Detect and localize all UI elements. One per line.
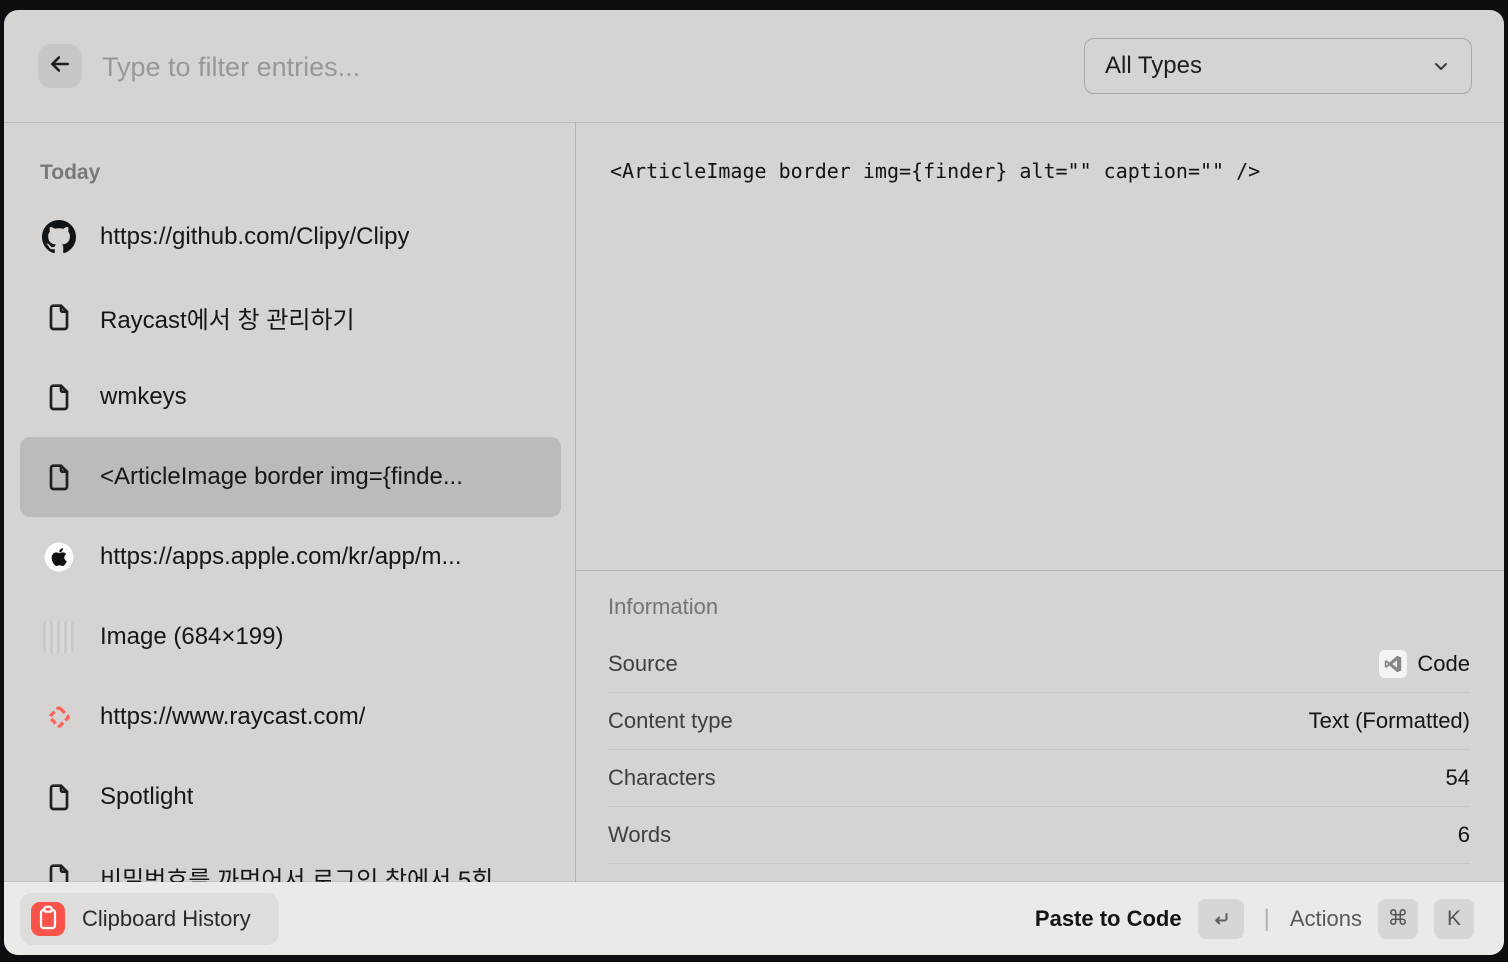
list-item[interactable]: Raycast에서 창 관리하기 [20, 277, 561, 357]
info-value-text: 54 [1446, 765, 1470, 791]
list-item[interactable]: wmkeys [20, 357, 561, 437]
document-icon [42, 860, 76, 882]
entry-rows: https://github.com/Clipy/Clipy Raycast에서… [4, 197, 575, 882]
list-item-label: Raycast에서 창 관리하기 [100, 300, 355, 335]
header: All Types [4, 10, 1504, 123]
clipboard-content-preview: <ArticleImage border img={finder} alt=""… [610, 159, 1260, 183]
desktop-background: All Types Today https://github.com/Clipy… [0, 0, 1508, 962]
list-item-label: wmkeys [100, 383, 187, 411]
list-item-selected[interactable]: <ArticleImage border img={finde... [20, 437, 561, 517]
image-thumbnail [42, 620, 76, 654]
list-item[interactable]: Image (684×199) [20, 597, 561, 677]
github-icon [42, 220, 76, 254]
info-row-words: Words 6 [608, 807, 1470, 864]
info-label: Characters [608, 765, 716, 791]
info-value-text: Code [1417, 651, 1470, 677]
document-icon [42, 780, 76, 814]
document-icon [42, 460, 76, 494]
footer-actions: Paste to Code | Actions ⌘ K [1035, 899, 1474, 939]
action-bar: Clipboard History Paste to Code | Action… [4, 882, 1504, 955]
list-item-label: https://www.raycast.com/ [100, 703, 365, 731]
list-item-label: <ArticleImage border img={finde... [100, 463, 463, 491]
document-icon [42, 300, 76, 334]
info-label: Source [608, 651, 678, 677]
list-item-label: Image (684×199) [100, 623, 283, 651]
list-item-label: Spotlight [100, 783, 193, 811]
type-filter-dropdown[interactable]: All Types [1084, 38, 1472, 94]
chevron-down-icon [1429, 54, 1453, 78]
list-item[interactable]: 비밀번호를 까먹어서 로그인 창에서 5회... [20, 837, 561, 882]
footer-divider: | [1264, 905, 1270, 933]
cmd-keycap[interactable]: ⌘ [1378, 899, 1418, 939]
vscode-icon [1379, 650, 1407, 678]
arrow-left-icon [47, 51, 73, 82]
information-title: Information [608, 578, 1470, 636]
info-row-content-type: Content type Text (Formatted) [608, 693, 1470, 750]
info-label: Words [608, 822, 671, 848]
clipboard-icon [30, 901, 66, 937]
info-row-characters: Characters 54 [608, 750, 1470, 807]
primary-action-label[interactable]: Paste to Code [1035, 906, 1182, 932]
list-item[interactable]: https://github.com/Clipy/Clipy [20, 197, 561, 277]
k-keycap[interactable]: K [1434, 899, 1474, 939]
list-item[interactable]: Spotlight [20, 757, 561, 837]
return-key-icon[interactable] [1198, 899, 1244, 939]
app-context-button[interactable]: Clipboard History [20, 893, 279, 945]
actions-menu-label[interactable]: Actions [1290, 906, 1362, 932]
type-filter-value: All Types [1105, 52, 1202, 80]
list-item[interactable]: https://www.raycast.com/ [20, 677, 561, 757]
information-section: Information Source Code Content type Tex… [608, 578, 1470, 882]
list-item-label: https://github.com/Clipy/Clipy [100, 223, 409, 251]
clipboard-entry-list: Today https://github.com/Clipy/Clipy Ray… [4, 123, 575, 882]
back-button[interactable] [38, 44, 82, 88]
list-item[interactable]: https://apps.apple.com/kr/app/m... [20, 517, 561, 597]
raycast-favicon [42, 700, 76, 734]
info-value: Code [1379, 650, 1470, 678]
document-icon [42, 380, 76, 414]
apple-icon [42, 540, 76, 574]
app-context-label: Clipboard History [82, 906, 251, 932]
info-value-text: 6 [1458, 822, 1470, 848]
list-item-label: https://apps.apple.com/kr/app/m... [100, 543, 462, 571]
raycast-clipboard-window: All Types Today https://github.com/Clipy… [4, 10, 1504, 955]
info-label: Content type [608, 708, 733, 734]
list-item-label: 비밀번호를 까먹어서 로그인 창에서 5회... [100, 860, 513, 883]
search-input[interactable] [100, 10, 984, 124]
info-row-copied: Copied Today at 01:00:04 [608, 864, 1470, 882]
section-divider [576, 570, 1504, 571]
info-row-source: Source Code [608, 636, 1470, 693]
detail-panel: <ArticleImage border img={finder} alt=""… [576, 123, 1504, 882]
section-label-today: Today [40, 161, 100, 185]
info-value-text: Text (Formatted) [1309, 708, 1470, 734]
